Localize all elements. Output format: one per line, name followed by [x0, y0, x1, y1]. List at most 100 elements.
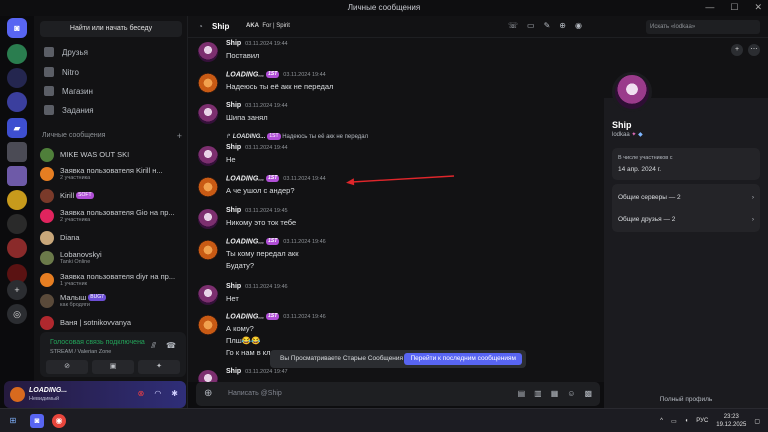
avatar: [40, 148, 54, 162]
mic-muted-icon[interactable]: ⊗: [138, 389, 145, 398]
message-author[interactable]: LOADING... 1ST 03.11.2024 19:44: [226, 175, 326, 182]
add-server-icon[interactable]: +: [7, 280, 27, 300]
reply-preview[interactable]: ↱ LOADING... 1ST Надеюсь ты её акк не пер…: [226, 133, 368, 140]
search-input[interactable]: Искать «lodkaa»: [646, 20, 760, 34]
voice-call-icon[interactable]: ☏: [508, 21, 518, 30]
avatar[interactable]: [10, 387, 25, 402]
dm-item[interactable]: Diana: [40, 228, 182, 248]
server-icon[interactable]: [7, 142, 27, 162]
disconnect-icon[interactable]: ☎: [166, 341, 176, 350]
server-icon[interactable]: [7, 44, 27, 64]
noise-suppression-icon[interactable]: ⫻: [151, 341, 156, 351]
avatar[interactable]: [198, 104, 218, 124]
dm-subtitle: Tanki Online: [60, 259, 91, 266]
nav-nitro[interactable]: Nitro: [40, 63, 180, 81]
header-user-name[interactable]: Ship: [212, 22, 229, 31]
avatar[interactable]: [198, 315, 218, 335]
windows-start-icon[interactable]: ⊞: [6, 414, 20, 428]
server-icon[interactable]: [7, 92, 27, 112]
dm-item[interactable]: Заявка пользователя Kirill н... 2 участни…: [40, 164, 182, 184]
notifications-icon[interactable]: ▢: [754, 418, 760, 425]
dm-item[interactable]: Kirill SOFT: [40, 186, 182, 206]
close-icon[interactable]: ✕: [754, 2, 762, 13]
avatar[interactable]: [198, 177, 218, 197]
chrome-app-icon[interactable]: ◉: [52, 414, 66, 428]
avatar[interactable]: [198, 240, 218, 260]
mutual-friends-row[interactable]: Общие друзья — 2 ›: [618, 216, 754, 223]
message-author[interactable]: Ship 03.11.2024 19:46: [226, 283, 288, 290]
dm-item[interactable]: Заявка пользователя Gio на пр... 2 участн…: [40, 206, 182, 226]
volume-icon[interactable]: ◖: [685, 418, 689, 424]
apps-icon[interactable]: ▩: [584, 389, 592, 398]
camera-icon[interactable]: ⊘: [46, 360, 88, 374]
server-folder-icon[interactable]: ▰: [7, 118, 27, 138]
sticker-icon[interactable]: ▦: [551, 389, 559, 398]
screen-share-icon[interactable]: ▣: [92, 360, 134, 374]
home-dm-icon[interactable]: ◙: [7, 18, 27, 38]
minimize-icon[interactable]: —: [705, 2, 714, 13]
view-full-profile-link[interactable]: Полный профиль: [604, 396, 768, 403]
user-profile-icon[interactable]: ◉: [575, 21, 582, 30]
message-text: Ты кому передал акк: [226, 249, 299, 258]
voice-channel-name[interactable]: STREAM / Valerian Zone: [50, 349, 111, 355]
message-author[interactable]: Ship 03.11.2024 19:44: [226, 40, 288, 47]
add-attachment-icon[interactable]: ⊕: [204, 388, 212, 399]
nav-shop[interactable]: Магазин: [40, 82, 180, 100]
find-conversation-button[interactable]: Найти или начать беседу: [40, 21, 182, 37]
server-icon[interactable]: [7, 68, 27, 88]
server-icon[interactable]: [7, 214, 27, 234]
user-status: Невидимый: [29, 396, 60, 402]
dm-item[interactable]: Малыш BUG7 как бродяги: [40, 291, 182, 311]
nav-quests[interactable]: Задания: [40, 101, 180, 119]
message-author[interactable]: LOADING... 1ST 03.11.2024 19:46: [226, 313, 326, 320]
nav-friends[interactable]: Друзья: [40, 43, 180, 61]
timestamp: 03.11.2024 19:44: [283, 176, 326, 183]
clock[interactable]: 23:23 19.12.2025: [716, 413, 746, 429]
language-indicator[interactable]: РУС: [696, 418, 708, 424]
gif-icon[interactable]: ▥: [534, 389, 542, 398]
message-author[interactable]: Ship 03.11.2024 19:44: [226, 144, 288, 151]
avatar[interactable]: [198, 285, 218, 305]
message-author[interactable]: LOADING... 1ST 03.11.2024 19:46: [226, 238, 326, 245]
emoji-icon[interactable]: ☺: [567, 389, 575, 398]
mutual-servers-row[interactable]: Общие серверы — 2 ›: [618, 194, 754, 201]
avatar[interactable]: [612, 72, 652, 112]
avatar[interactable]: [198, 42, 218, 62]
server-icon[interactable]: [7, 190, 27, 210]
add-friend-icon[interactable]: ⊕: [559, 21, 566, 30]
discord-app-icon[interactable]: ◙: [30, 414, 44, 428]
more-options-icon[interactable]: ⋯: [748, 44, 760, 56]
message-text: Не: [226, 155, 236, 164]
server-icon[interactable]: [7, 238, 27, 258]
pinned-icon[interactable]: ✎: [544, 21, 551, 30]
dm-item[interactable]: Ваня | sotnikovvanya: [40, 313, 182, 333]
avatar[interactable]: [198, 209, 218, 229]
gift-icon[interactable]: ▤: [518, 389, 526, 398]
avatar[interactable]: [198, 73, 218, 93]
avatar[interactable]: [198, 370, 218, 382]
headphones-icon[interactable]: ◠: [154, 389, 161, 398]
tray-arrow-icon[interactable]: ^: [660, 418, 663, 424]
video-call-icon[interactable]: ▭: [527, 21, 535, 30]
message-author[interactable]: Ship 03.11.2024 19:47: [226, 368, 288, 375]
dm-item[interactable]: MIKE WAS OUT SKI: [40, 145, 182, 165]
maximize-icon[interactable]: ☐: [730, 2, 738, 13]
jump-to-present-button[interactable]: Перейти к последним сообщениям: [404, 353, 522, 365]
server-icon[interactable]: [7, 166, 27, 186]
dm-subtitle: 2 участника: [60, 175, 91, 182]
activities-icon[interactable]: ✦: [138, 360, 180, 374]
message-author[interactable]: Ship 03.11.2024 19:45: [226, 207, 288, 214]
dm-item[interactable]: Lobanovskyi Tanki Online: [40, 248, 182, 268]
avatar[interactable]: [198, 146, 218, 166]
message-input[interactable]: Написать @Ship: [228, 390, 282, 397]
discover-icon[interactable]: ◎: [7, 304, 27, 324]
network-icon[interactable]: ▭: [671, 418, 677, 425]
profile-actions: + ⋯: [731, 44, 760, 56]
server-rail: ◙ ▰ + ◎: [0, 16, 34, 408]
settings-gear-icon[interactable]: ✱: [171, 389, 178, 398]
dm-item[interactable]: Заявка пользователя diyr на пр... 1 участ…: [40, 270, 182, 290]
message-author[interactable]: LOADING... 1ST 03.11.2024 19:44: [226, 71, 326, 78]
add-friend-icon[interactable]: +: [731, 44, 743, 56]
message-author[interactable]: Ship 03.11.2024 19:44: [226, 102, 288, 109]
create-dm-icon[interactable]: +: [177, 131, 182, 141]
